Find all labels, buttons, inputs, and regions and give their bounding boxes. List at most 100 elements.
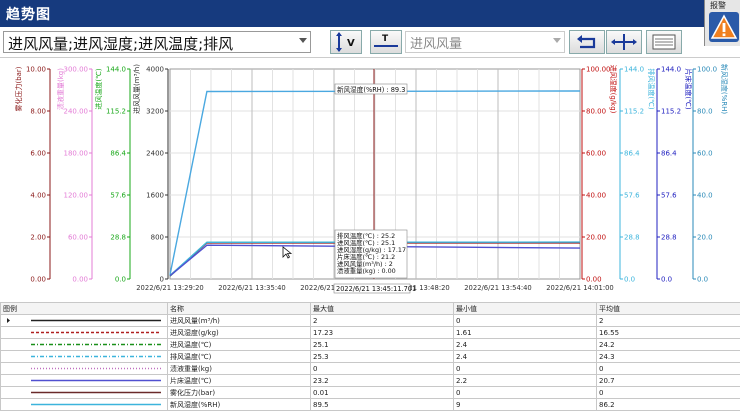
left-axis-tick-label: 10.00 [26,66,46,74]
undo-zoom-button[interactable] [569,30,605,54]
right-axis-tick-label: 57.6 [661,192,677,200]
horizontal-cursor-button[interactable]: T [370,30,402,54]
left-axis-tick-label: 144.0 [106,66,126,74]
right-axis-tick-label: 86.4 [624,150,640,158]
table-row[interactable]: 进风风量(m³/h) 2 0 2 [0,314,740,327]
alarm-icon[interactable] [709,12,739,42]
left-axis-tick-label: 800 [151,234,164,242]
data-table-button[interactable] [646,30,682,54]
table-row[interactable]: 渍液重量(kg) 0 0 0 [0,362,740,375]
left-axis-tick-label: 3200 [146,108,164,116]
avg-cell: 20.7 [596,374,740,387]
left-axis-tick-label: 60.00 [68,234,88,242]
chevron-down-icon[interactable] [299,38,307,43]
min-cell: 2.4 [453,350,597,363]
series-select[interactable]: 进风风量;进风湿度;进风温度;排风 [3,31,311,53]
right-axis-tick-label: 40.00 [586,192,606,200]
header-name: 名称 [167,302,311,315]
legend-swatch-icon [7,318,161,323]
legend-swatch-icon [31,391,161,394]
avg-cell: 16.55 [596,326,740,339]
x-tick-label: 2022/6/21 13:54:40 [464,284,532,292]
legend-swatch-icon [31,367,161,370]
max-cell: 25.1 [310,338,454,351]
left-axis-tick-label: 180.00 [64,150,89,158]
left-axis-tick-label: 115.2 [106,108,126,116]
max-cell: 0.01 [310,386,454,399]
left-axis-tick-label: 4000 [146,66,164,74]
legend-cell [0,314,168,327]
table-row[interactable]: 新风湿度(%RH) 89.5 9 86.2 [0,398,740,411]
name-cell: 雾化压力(bar) [167,386,311,399]
x-tick-label: 2022/6/21 14:01:00 [546,284,614,292]
left-axis-tick-label: 0.00 [72,276,88,284]
svg-text:T: T [382,34,389,44]
left-axis-tick-label: 8.00 [30,108,46,116]
right-axis-tick-label: 60.0 [697,150,713,158]
tooltip-line: 渍液重量(kg) : 0.00 [337,266,396,275]
toolbar: 进风风量;进风湿度;进风温度;排风 V T 进风风量 [0,27,704,57]
right-axis-tick-label: 40.0 [697,192,713,200]
left-axis-tick-label: 86.4 [110,150,126,158]
vertical-cursor-button[interactable]: V [330,30,362,54]
name-cell: 进风风量(m³/h) [167,314,311,327]
table-row[interactable]: 雾化压力(bar) 0.01 0 0 [0,386,740,399]
min-cell: 1.61 [453,326,597,339]
table-row[interactable]: 片床温度(℃) 23.2 2.2 20.7 [0,374,740,387]
legend-swatch-icon [31,379,161,382]
trend-chart[interactable]: 0.002.004.006.008.0010.00雾化压力(bar)0.0060… [0,58,740,302]
left-axis-title: 渍液重量(kg) [56,68,65,110]
legend-cell [0,350,168,363]
table-row[interactable]: 进风湿度(g/kg) 17.23 1.61 16.55 [0,326,740,339]
table-row[interactable]: 排风温度(℃) 25.3 2.4 24.3 [0,350,740,363]
name-cell: 排风温度(℃) [167,350,311,363]
right-axis-tick-label: 86.4 [661,150,677,158]
max-cell: 25.3 [310,350,454,363]
crosshair-icon [611,34,637,50]
left-axis-tick-label: 120.00 [64,192,89,200]
max-cell: 23.2 [310,374,454,387]
legend-cell [0,386,168,399]
alarm-panel[interactable]: 报警 [704,0,740,46]
right-axis-tick-label: 115.2 [661,108,681,116]
avg-cell: 0 [596,362,740,375]
right-axis-tick-label: 100.0 [697,66,717,74]
max-cell: 17.23 [310,326,454,339]
legend-swatch-icon [31,331,161,334]
table-header-row: 图例 名称 最大值 最小值 平均值 [0,302,740,315]
tooltip-box: 排风温度(℃) : 25.2 进风温度(℃) : 25.1 进风湿度(g/kg) :… [334,229,408,279]
avg-cell: 24.3 [596,350,740,363]
left-axis-tick-label: 0.0 [115,276,126,284]
chevron-down-icon[interactable] [553,38,561,43]
right-axis-tick-label: 28.8 [624,234,640,242]
return-arrow-icon [577,35,596,49]
left-axis-tick-label: 28.8 [110,234,126,242]
right-axis-tick-label: 28.8 [661,234,677,242]
min-cell: 0 [453,314,597,327]
right-axis-tick-label: 0.00 [586,276,602,284]
header-avg: 平均值 [596,302,740,315]
legend-cell [0,398,168,411]
left-axis-title: 进风温度(℃) [94,68,103,110]
field-select[interactable]: 进风风量 [405,31,565,53]
vertical-arrow-icon: V [336,32,355,52]
series-select-value: 进风风量;进风湿度;进风温度;排风 [8,35,234,53]
header-max: 最大值 [310,302,454,315]
table-row[interactable]: 进风温度(℃) 25.1 2.4 24.2 [0,338,740,351]
crosshair-button[interactable] [606,30,642,54]
header-min: 最小值 [453,302,597,315]
max-cell: 2 [310,314,454,327]
header-legend: 图例 [0,302,168,315]
row-marker-icon [7,318,10,323]
right-axes: 0.00 20.00 40.00 60.00 80.00 100.00进风湿度(g/kg)… [581,64,729,284]
field-select-value: 进风风量 [410,37,463,52]
max-cell: 0 [310,362,454,375]
left-axis-tick-label: 2.00 [30,234,46,242]
left-axis-tick-label: 2400 [146,150,164,158]
min-cell: 2.4 [453,338,597,351]
avg-cell: 86.2 [596,398,740,411]
right-axis-tick-label: 57.6 [624,192,640,200]
min-cell: 0 [453,386,597,399]
avg-cell: 2 [596,314,740,327]
cursor-time-label: 2022/6/21 13:45:11.701 [333,283,416,294]
